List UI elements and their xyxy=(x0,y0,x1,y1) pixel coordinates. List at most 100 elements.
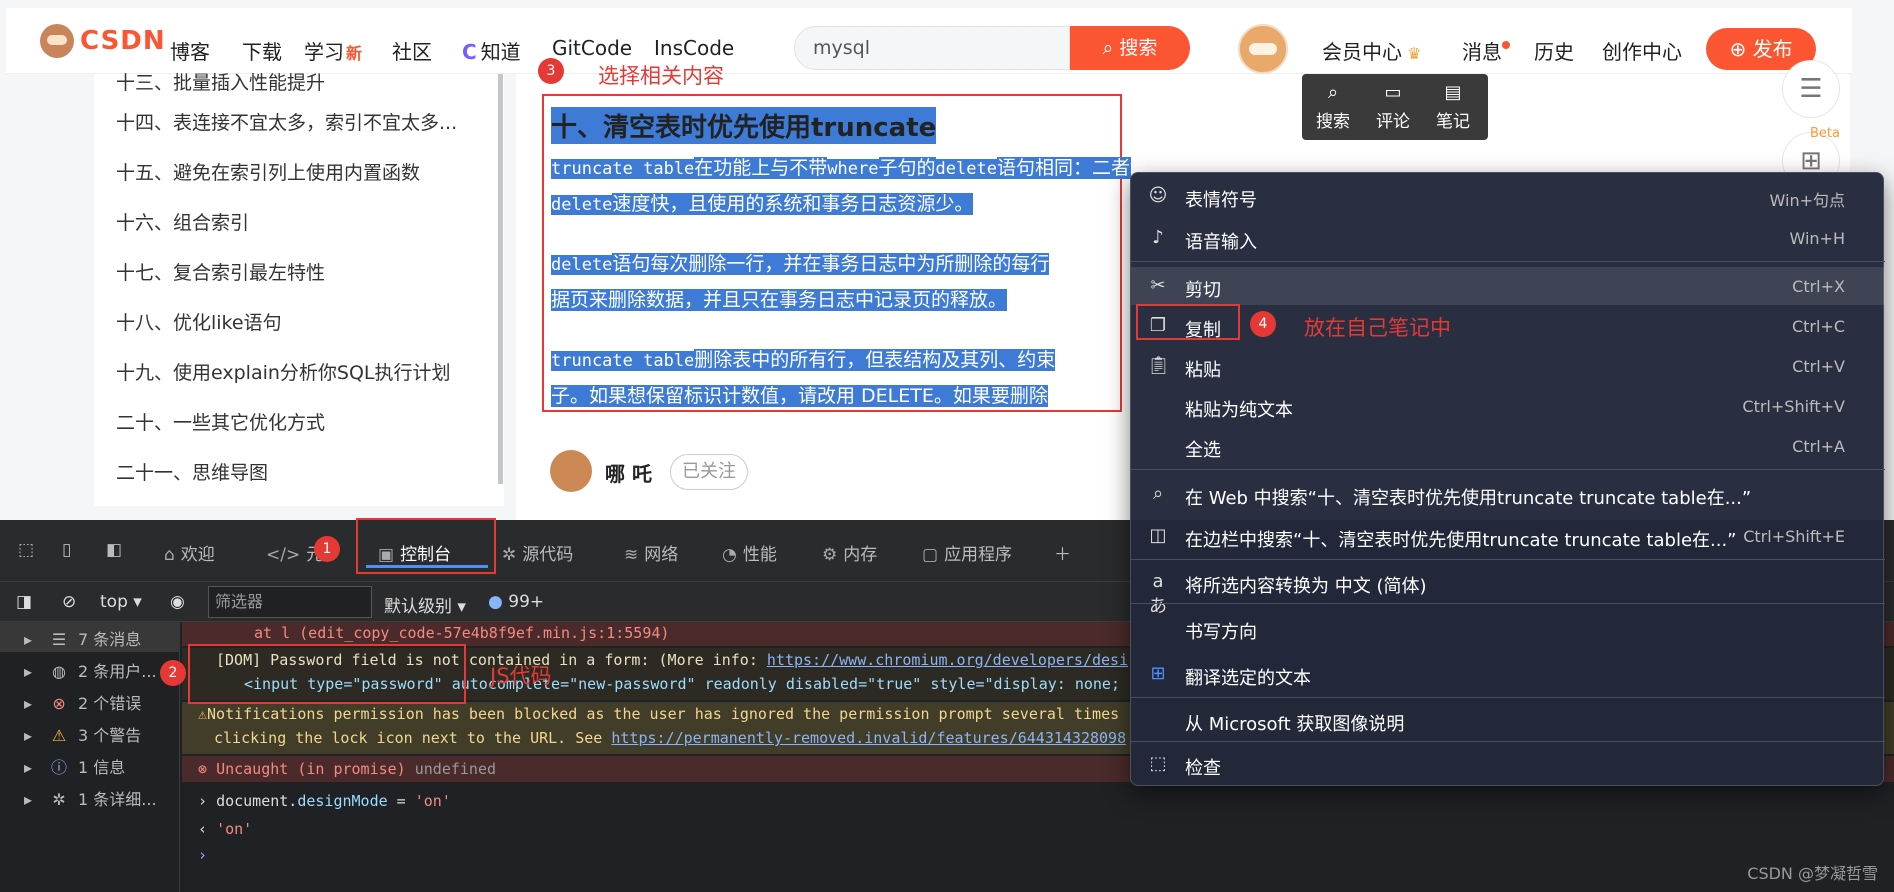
menu-item-shortcut: Ctrl+A xyxy=(1792,437,1845,456)
toc-item[interactable]: 十五、避免在索引列上使用内置函数 xyxy=(116,158,420,185)
tab-performance[interactable]: ◔ 性能 xyxy=(722,540,777,565)
nav-gitcode[interactable]: GitCode xyxy=(552,36,632,60)
context-select[interactable]: top ▾ xyxy=(100,592,142,612)
toc-item[interactable]: 十八、优化like语句 xyxy=(116,308,282,335)
menu-item-select-all[interactable]: 全选 Ctrl+A xyxy=(1131,427,1885,465)
menu-item-label: 全选 xyxy=(1185,440,1221,461)
console-link[interactable]: https://www.chromium.org/developers/desi xyxy=(767,651,1128,669)
menu-separator xyxy=(1131,469,1885,470)
menu-item-label: 书写方向 xyxy=(1185,622,1257,643)
console-text: undefined xyxy=(414,760,497,778)
level-select[interactable]: 默认级别 ▾ xyxy=(384,592,466,617)
menu-item-sidebar-search[interactable]: ◫ 在边栏中搜索“十、清空表时优先使用truncate truncate tabl… xyxy=(1131,517,1885,555)
tab-sources[interactable]: ✲ 源代码 xyxy=(502,540,573,565)
toc-item[interactable]: 十四、表连接不宜太多，索引不宜太多... xyxy=(116,108,457,135)
menu-item-cut[interactable]: ✂ 剪切 Ctrl+X xyxy=(1131,267,1885,305)
nav-zhidao[interactable]: C 知道 xyxy=(462,36,521,65)
nav-community[interactable]: 社区 xyxy=(392,36,432,65)
toolbar-note[interactable]: ▤ 笔记 xyxy=(1428,82,1478,132)
filter-input[interactable]: 筛选器 xyxy=(208,586,372,618)
menu-item-paste[interactable]: 📋︎ 粘贴 Ctrl+V xyxy=(1131,347,1885,385)
tab-application[interactable]: ▢ 应用程序 xyxy=(922,540,1012,565)
toc-item[interactable]: 十三、批量插入性能提升 xyxy=(116,68,325,95)
code-inline: delete xyxy=(935,159,997,179)
menu-item-copy[interactable]: ❐ 复制 Ctrl+C xyxy=(1131,307,1885,345)
menu-item-writing-direction[interactable]: 书写方向 xyxy=(1131,609,1885,647)
code-tag-icon: </> xyxy=(266,545,301,565)
search-button[interactable]: ⌕ 搜索 xyxy=(1070,26,1190,70)
search-input[interactable]: mysql xyxy=(794,26,1070,70)
dock-side-icon[interactable]: ◧ xyxy=(106,540,122,560)
console-prompt[interactable]: › xyxy=(182,846,1894,870)
device-toolbar-icon[interactable]: ▯ xyxy=(62,540,71,560)
tab-network-label: 网络 xyxy=(644,545,679,565)
sidebar-item-messages[interactable]: ▸ ☰ 7 条消息 xyxy=(24,626,141,650)
toc-item[interactable]: 十六、组合索引 xyxy=(116,208,249,235)
author-name[interactable]: 哪 吒 xyxy=(605,458,652,487)
add-tab-icon[interactable]: ＋ xyxy=(1054,540,1071,565)
toc-scrollbar[interactable] xyxy=(498,74,503,484)
menu-item-web-search[interactable]: ⌕ 在 Web 中搜索“十、清空表时优先使用truncate truncate t… xyxy=(1131,475,1885,513)
toc-item[interactable]: 十九、使用explain分析你SQL执行计划 xyxy=(116,358,451,385)
nav-inscode[interactable]: InsCode xyxy=(654,36,734,60)
warning-icon: ⚠ xyxy=(198,705,208,723)
menu-item-emoji[interactable]: ☺ 表情符号 Win+句点 xyxy=(1131,177,1885,215)
user-avatar[interactable] xyxy=(1238,24,1288,74)
menu-item-paste-plain[interactable]: 粘贴为纯文本 Ctrl+Shift+V xyxy=(1131,387,1885,425)
toolbar-search[interactable]: ⌕ 搜索 xyxy=(1308,82,1358,132)
messages-label: 消息 xyxy=(1462,40,1502,64)
menu-item-shortcut: Ctrl+Shift+E xyxy=(1743,527,1845,546)
bug-icon: ✲ xyxy=(52,790,66,809)
article-text: 据页来删除数据，并且只在事务日志中记录页的释放。 xyxy=(551,289,1008,311)
sidebar-item-verbose[interactable]: ▸ ✲ 1 条详细... xyxy=(24,786,157,810)
live-expression-eye-icon[interactable]: ◉ xyxy=(170,592,185,612)
tab-welcome-label: 欢迎 xyxy=(180,545,215,565)
unread-dot-icon xyxy=(1502,41,1510,49)
article-text: 速度快，且使用的系统和事务日志资源少。 xyxy=(612,193,974,215)
toc-item[interactable]: 二十一、思维导图 xyxy=(116,458,268,485)
toolbar-comment[interactable]: ▭ 评论 xyxy=(1368,82,1418,132)
console-link[interactable]: https://permanently-removed.invalid/feat… xyxy=(611,729,1126,747)
inspect-element-icon[interactable]: ⬚ xyxy=(18,540,34,560)
sidebar-item-label: 1 信息 xyxy=(78,758,126,777)
info-icon: ⓘ xyxy=(51,758,68,777)
sidebar-item-info[interactable]: ▸ ⓘ 1 信息 xyxy=(24,754,125,778)
tab-network[interactable]: ≋ 网络 xyxy=(624,540,678,565)
tab-memory[interactable]: ⚙ 内存 xyxy=(822,540,877,565)
clear-console-icon[interactable]: ⊘ xyxy=(62,592,76,612)
issues-counter[interactable]: ● 99+ xyxy=(488,592,544,612)
menu-item-voice-input[interactable]: ♪ 语音输入 Win+H xyxy=(1131,219,1885,257)
plus-circle-icon: ⊕ xyxy=(1729,37,1753,61)
note-icon: ▤ xyxy=(1444,82,1462,103)
toc-item[interactable]: 二十、一些其它优化方式 xyxy=(116,408,325,435)
beta-badge: Beta xyxy=(1810,126,1840,141)
nav-creator-center[interactable]: 创作中心 xyxy=(1602,36,1682,65)
console-text: = xyxy=(387,792,415,810)
nav-messages[interactable]: 消息 xyxy=(1462,36,1510,65)
sidebar-item-user-messages[interactable]: ▸ ◍ 2 条用户... xyxy=(24,658,157,682)
author-avatar[interactable] xyxy=(550,450,592,492)
step-badge-4: 4 xyxy=(1250,311,1276,337)
menu-item-convert-chinese[interactable]: aあ 将所选内容转换为 中文 (简体) xyxy=(1131,563,1885,617)
nav-download[interactable]: 下载 xyxy=(242,36,282,65)
nav-learn[interactable]: 学习新 xyxy=(304,36,362,65)
menu-item-translate[interactable]: ⊞ 翻译选定的文本 xyxy=(1131,655,1885,693)
nav-history[interactable]: 历史 xyxy=(1534,36,1574,65)
console-sidebar: ▸ ☰ 7 条消息 ▸ ◍ 2 条用户... ▸ ⊗ 2 个错误 ▸ ⚠ 3 个警告 ▸ ⓘ 1 信… xyxy=(0,622,180,892)
nav-blog[interactable]: 博客 xyxy=(170,36,210,65)
menu-separator xyxy=(1131,697,1885,698)
chevron-down-icon: ▾ xyxy=(452,597,466,617)
toc-item[interactable]: 十七、复合索引最左特性 xyxy=(116,258,325,285)
csdn-logo[interactable]: CSDN xyxy=(40,24,166,58)
sidebar-item-warnings[interactable]: ▸ ⚠ 3 个警告 xyxy=(24,722,141,746)
menu-item-inspect[interactable]: ⬚ 检查 xyxy=(1131,745,1885,783)
follow-button[interactable]: 已关注 xyxy=(670,454,748,490)
nav-member-center[interactable]: 会员中心 ♛ xyxy=(1322,36,1421,65)
sidebar-toggle-icon[interactable]: ◨ xyxy=(16,592,32,612)
list-icon[interactable]: ☰ xyxy=(1782,60,1840,118)
sidebar-item-errors[interactable]: ▸ ⊗ 2 个错误 xyxy=(24,690,141,714)
annotation-save-note: 放在自己笔记中 xyxy=(1304,316,1451,340)
tab-welcome[interactable]: ⌂ 欢迎 xyxy=(164,540,215,565)
publish-label: 发布 xyxy=(1752,37,1793,61)
menu-item-image-description[interactable]: 从 Microsoft 获取图像说明 xyxy=(1131,701,1885,739)
